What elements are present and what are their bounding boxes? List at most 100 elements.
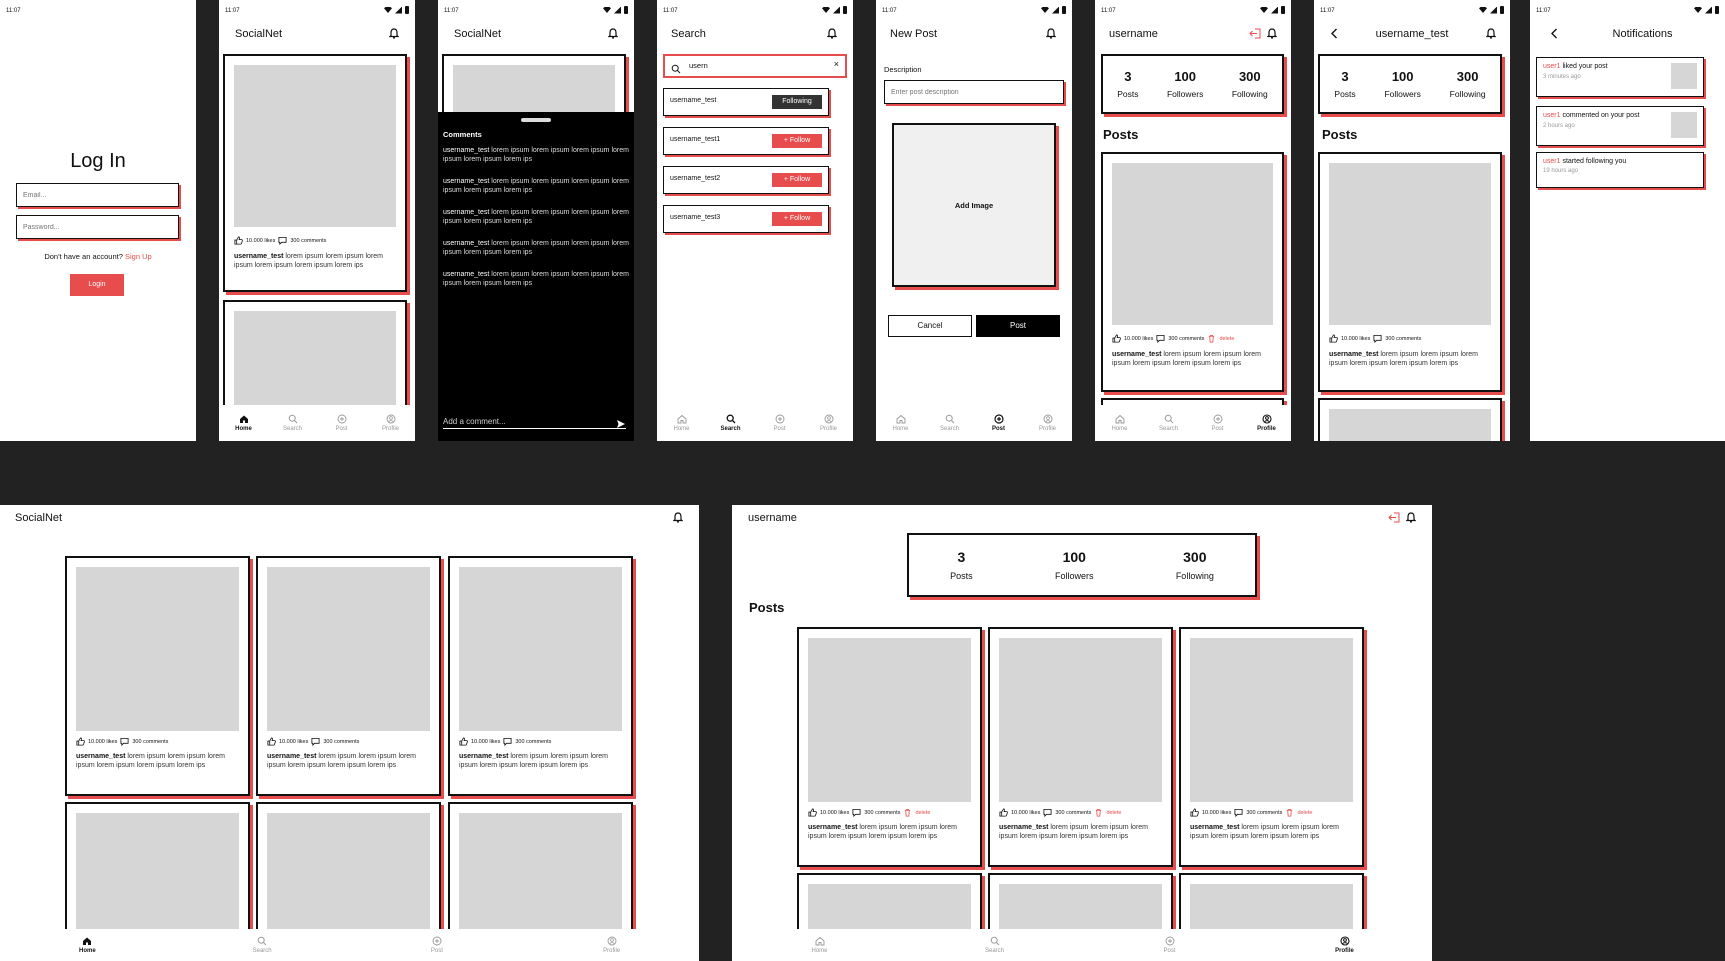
cancel-button[interactable]: Cancel	[888, 315, 972, 337]
comment-icon[interactable]	[1373, 334, 1382, 343]
trash-icon[interactable]	[903, 808, 912, 817]
comment-input[interactable]: Add a comment...	[443, 417, 506, 426]
stat-following[interactable]: 300 Following	[1176, 549, 1214, 581]
nav-search[interactable]: Search	[930, 414, 970, 432]
notification-item[interactable]: user1 liked your post 3 minutes ago	[1536, 57, 1704, 97]
nav-search[interactable]: Search	[273, 414, 313, 432]
email-field[interactable]	[16, 183, 179, 207]
delete-link[interactable]: delete	[1219, 336, 1234, 342]
like-icon[interactable]	[808, 808, 817, 817]
nav-profile[interactable]: Profile	[371, 414, 411, 432]
post-card[interactable]	[223, 300, 407, 421]
comment-icon[interactable]	[503, 737, 512, 746]
like-icon[interactable]	[234, 236, 243, 245]
nav-profile[interactable]: Profile	[1325, 936, 1365, 954]
nav-home[interactable]: Home	[662, 414, 702, 432]
delete-link[interactable]: delete	[915, 810, 930, 816]
notification-thumbnail[interactable]	[1671, 63, 1697, 89]
post-card[interactable]: 10.000 likes 300 comments username_test …	[223, 54, 407, 292]
back-arrow-icon[interactable]	[1550, 28, 1558, 39]
search-box[interactable]: usern ×	[663, 54, 847, 78]
trash-icon[interactable]	[1094, 808, 1103, 817]
comment-icon[interactable]	[1156, 334, 1165, 343]
nav-home[interactable]: Home	[800, 936, 840, 954]
bell-icon[interactable]	[608, 28, 618, 39]
notification-item[interactable]: user1 started following you 19 hours ago	[1536, 152, 1704, 188]
logout-icon[interactable]	[1249, 28, 1261, 39]
post-card[interactable]: 10.000 likes 300 comments username_test lo…	[256, 556, 441, 796]
like-icon[interactable]	[1112, 334, 1121, 343]
notification-item[interactable]: user1 commented on your post 2 hours ago	[1536, 106, 1704, 146]
comment-icon[interactable]	[278, 236, 287, 245]
password-field[interactable]	[16, 215, 179, 239]
like-icon[interactable]	[1329, 334, 1338, 343]
bell-icon[interactable]	[673, 512, 683, 523]
nav-profile[interactable]: Profile	[809, 414, 849, 432]
stat-following[interactable]: 300 Following	[1232, 69, 1268, 99]
comment-icon[interactable]	[1234, 808, 1243, 817]
sheet-handle[interactable]	[521, 118, 551, 122]
post-card[interactable]	[256, 802, 441, 932]
post-button[interactable]: Post	[976, 315, 1060, 337]
nav-post[interactable]: Post	[1198, 414, 1238, 432]
post-card[interactable]: 10.000 likes 300 comments username_test lo…	[448, 556, 633, 796]
nav-search[interactable]: Search	[711, 414, 751, 432]
send-icon[interactable]	[616, 416, 626, 428]
trash-icon[interactable]	[1207, 334, 1216, 343]
follow-button[interactable]: + Follow	[772, 212, 822, 226]
bell-icon[interactable]	[1486, 28, 1496, 39]
post-card[interactable]: 10.000 likes 300 comments username_test lo…	[65, 556, 250, 796]
stat-followers[interactable]: 100 Followers	[1167, 69, 1203, 99]
nav-post[interactable]: Post	[1150, 936, 1190, 954]
post-card[interactable]: 10.000 likes 300 comments username_test …	[1318, 152, 1502, 392]
stat-followers[interactable]: 100 Followers	[1384, 69, 1420, 99]
comment-icon[interactable]	[1043, 808, 1052, 817]
delete-link[interactable]: delete	[1297, 810, 1312, 816]
following-button[interactable]: Following	[772, 95, 822, 109]
add-image-area[interactable]: Add Image	[892, 123, 1056, 287]
bell-icon[interactable]	[1267, 28, 1277, 39]
login-button[interactable]: Login	[70, 274, 124, 296]
search-result-row[interactable]: username_test2 + Follow	[663, 166, 829, 194]
post-card[interactable]: 10.000 likes 300 comments delete usernam…	[1101, 152, 1284, 392]
nav-home[interactable]: Home	[224, 414, 264, 432]
nav-post[interactable]: Post	[979, 414, 1019, 432]
bell-icon[interactable]	[1046, 28, 1056, 39]
nav-post[interactable]: Post	[322, 414, 362, 432]
comment-icon[interactable]	[311, 737, 320, 746]
stat-followers[interactable]: 100 Followers	[1055, 549, 1094, 581]
like-icon[interactable]	[999, 808, 1008, 817]
clear-icon[interactable]: ×	[834, 59, 839, 69]
nav-post[interactable]: Post	[417, 936, 457, 954]
notification-user[interactable]: user1	[1543, 158, 1561, 165]
nav-home[interactable]: Home	[881, 414, 921, 432]
post-card[interactable]	[1318, 398, 1502, 441]
delete-link[interactable]: delete	[1106, 810, 1121, 816]
trash-icon[interactable]	[1285, 808, 1294, 817]
comment-icon[interactable]	[852, 808, 861, 817]
notification-user[interactable]: user1	[1543, 112, 1561, 119]
bell-icon[interactable]	[389, 28, 399, 39]
nav-post[interactable]: Post	[760, 414, 800, 432]
follow-button[interactable]: + Follow	[772, 134, 822, 148]
nav-search[interactable]: Search	[242, 936, 282, 954]
like-icon[interactable]	[459, 737, 468, 746]
nav-home[interactable]: Home	[1100, 414, 1140, 432]
description-field[interactable]	[884, 80, 1064, 104]
post-card[interactable]	[448, 802, 633, 932]
search-result-row[interactable]: username_test3 + Follow	[663, 205, 829, 233]
notification-user[interactable]: user1	[1543, 63, 1561, 70]
post-card[interactable]: 10.000 likes 300 comments delete username_t…	[1179, 627, 1364, 867]
comment-icon[interactable]	[120, 737, 129, 746]
nav-profile[interactable]: Profile	[592, 936, 632, 954]
nav-search[interactable]: Search	[1149, 414, 1189, 432]
nav-search[interactable]: Search	[975, 936, 1015, 954]
follow-button[interactable]: + Follow	[772, 173, 822, 187]
bell-icon[interactable]	[1406, 512, 1416, 523]
nav-profile[interactable]: Profile	[1247, 414, 1287, 432]
stat-following[interactable]: 300 Following	[1450, 69, 1486, 99]
bell-icon[interactable]	[827, 28, 837, 39]
post-card[interactable]: 10.000 likes 300 comments delete username_t…	[988, 627, 1173, 867]
post-card[interactable]	[65, 802, 250, 932]
nav-home[interactable]: Home	[67, 936, 107, 954]
